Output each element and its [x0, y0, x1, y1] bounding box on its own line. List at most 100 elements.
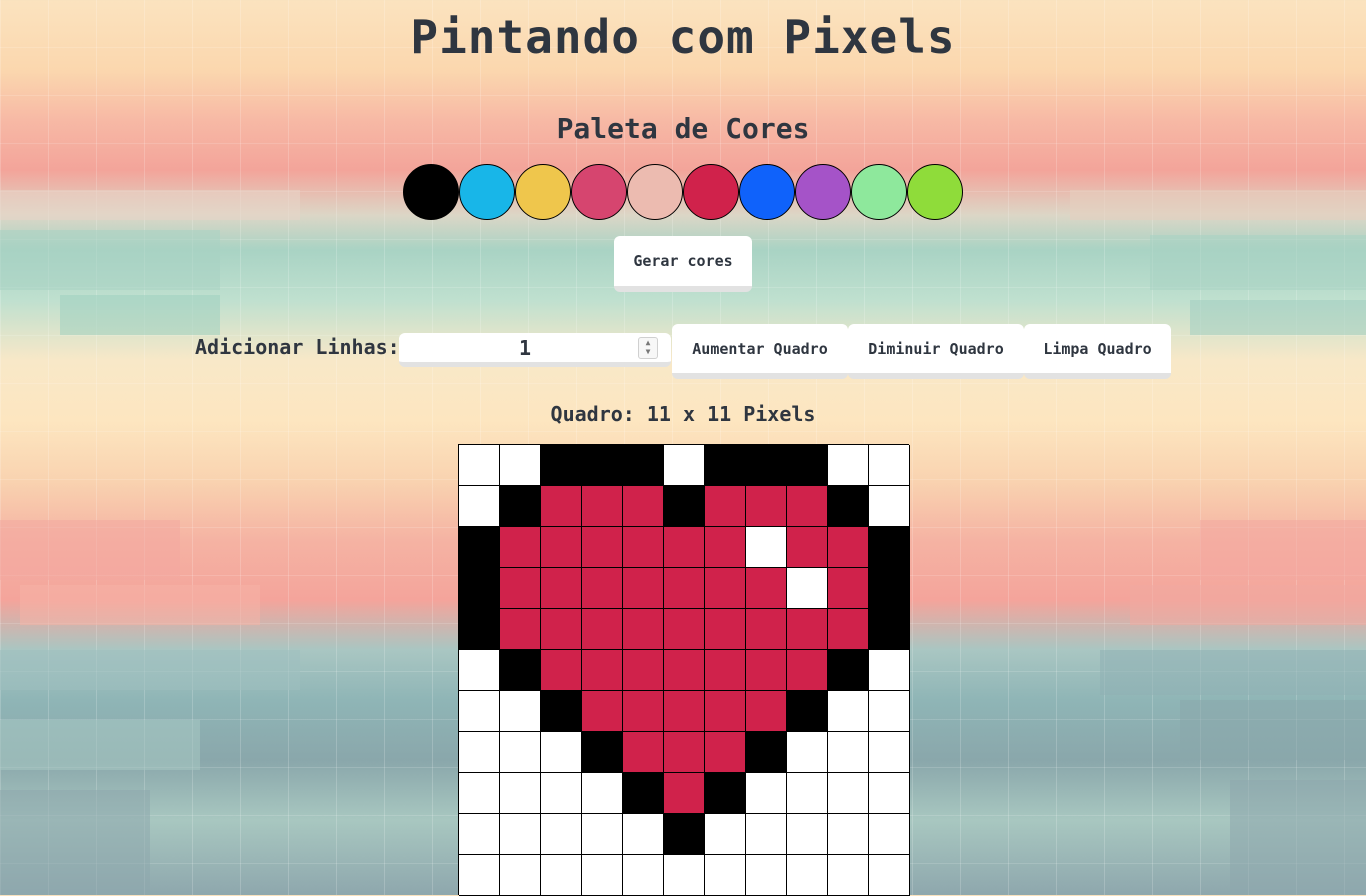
pixel[interactable]	[541, 650, 582, 691]
pixel[interactable]	[582, 773, 623, 814]
color-swatch-9[interactable]	[851, 164, 907, 220]
pixel[interactable]	[623, 609, 664, 650]
pixel[interactable]	[582, 486, 623, 527]
pixel[interactable]	[664, 650, 705, 691]
pixel[interactable]	[787, 486, 828, 527]
pixel[interactable]	[459, 732, 500, 773]
pixel[interactable]	[664, 527, 705, 568]
clear-board-button[interactable]: Limpa Quadro	[1024, 324, 1171, 379]
pixel[interactable]	[705, 609, 746, 650]
pixel[interactable]	[787, 814, 828, 855]
increase-board-button[interactable]: Aumentar Quadro	[672, 324, 848, 379]
pixel[interactable]	[787, 445, 828, 486]
color-swatch-3[interactable]	[515, 164, 571, 220]
pixel[interactable]	[664, 732, 705, 773]
pixel[interactable]	[541, 486, 582, 527]
pixel[interactable]	[459, 445, 500, 486]
pixel[interactable]	[582, 650, 623, 691]
pixel[interactable]	[623, 773, 664, 814]
pixel[interactable]	[459, 527, 500, 568]
pixel[interactable]	[459, 486, 500, 527]
pixel[interactable]	[787, 732, 828, 773]
pixel[interactable]	[787, 527, 828, 568]
decrease-board-button[interactable]: Diminuir Quadro	[848, 324, 1024, 379]
pixel[interactable]	[582, 445, 623, 486]
pixel[interactable]	[459, 609, 500, 650]
pixel[interactable]	[541, 773, 582, 814]
pixel[interactable]	[541, 691, 582, 732]
pixel[interactable]	[705, 732, 746, 773]
pixel[interactable]	[623, 732, 664, 773]
pixel[interactable]	[746, 609, 787, 650]
pixel[interactable]	[869, 732, 910, 773]
pixel[interactable]	[623, 486, 664, 527]
pixel[interactable]	[541, 568, 582, 609]
pixel[interactable]	[869, 527, 910, 568]
pixel[interactable]	[541, 609, 582, 650]
pixel[interactable]	[828, 773, 869, 814]
pixel[interactable]	[541, 855, 582, 896]
pixel[interactable]	[705, 773, 746, 814]
pixel[interactable]	[500, 855, 541, 896]
pixel[interactable]	[869, 486, 910, 527]
pixel[interactable]	[746, 445, 787, 486]
pixel[interactable]	[705, 486, 746, 527]
pixel[interactable]	[787, 568, 828, 609]
pixel[interactable]	[828, 527, 869, 568]
pixel[interactable]	[541, 445, 582, 486]
pixel[interactable]	[746, 650, 787, 691]
pixel[interactable]	[582, 609, 623, 650]
color-swatch-2[interactable]	[459, 164, 515, 220]
pixel[interactable]	[869, 814, 910, 855]
pixel[interactable]	[746, 773, 787, 814]
pixel[interactable]	[869, 568, 910, 609]
pixel[interactable]	[582, 855, 623, 896]
pixel[interactable]	[746, 568, 787, 609]
pixel[interactable]	[459, 650, 500, 691]
pixel[interactable]	[869, 445, 910, 486]
pixel[interactable]	[705, 527, 746, 568]
pixel[interactable]	[746, 814, 787, 855]
color-swatch-10[interactable]	[907, 164, 963, 220]
pixel[interactable]	[828, 650, 869, 691]
generate-colors-button[interactable]: Gerar cores	[614, 236, 752, 292]
pixel[interactable]	[582, 732, 623, 773]
pixel[interactable]	[787, 855, 828, 896]
pixel[interactable]	[541, 527, 582, 568]
pixel[interactable]	[664, 814, 705, 855]
pixel[interactable]	[869, 609, 910, 650]
pixel[interactable]	[500, 609, 541, 650]
pixel[interactable]	[664, 773, 705, 814]
pixel[interactable]	[500, 445, 541, 486]
color-swatch-1[interactable]	[403, 164, 459, 220]
pixel[interactable]	[623, 650, 664, 691]
pixel[interactable]	[582, 527, 623, 568]
pixel[interactable]	[664, 568, 705, 609]
pixel[interactable]	[500, 527, 541, 568]
pixel[interactable]	[623, 691, 664, 732]
pixel[interactable]	[459, 814, 500, 855]
pixel[interactable]	[664, 486, 705, 527]
pixel[interactable]	[500, 814, 541, 855]
color-swatch-8[interactable]	[795, 164, 851, 220]
pixel[interactable]	[500, 568, 541, 609]
pixel[interactable]	[582, 691, 623, 732]
pixel[interactable]	[664, 609, 705, 650]
pixel[interactable]	[705, 568, 746, 609]
pixel[interactable]	[828, 814, 869, 855]
pixel[interactable]	[623, 527, 664, 568]
pixel[interactable]	[500, 732, 541, 773]
pixel[interactable]	[828, 486, 869, 527]
pixel[interactable]	[623, 445, 664, 486]
pixel[interactable]	[705, 445, 746, 486]
pixel[interactable]	[828, 855, 869, 896]
pixel[interactable]	[787, 773, 828, 814]
pixel[interactable]	[869, 650, 910, 691]
pixel[interactable]	[582, 814, 623, 855]
rows-input[interactable]	[399, 333, 671, 367]
pixel[interactable]	[746, 855, 787, 896]
pixel[interactable]	[705, 691, 746, 732]
pixel[interactable]	[869, 855, 910, 896]
pixel[interactable]	[746, 527, 787, 568]
pixel[interactable]	[582, 568, 623, 609]
